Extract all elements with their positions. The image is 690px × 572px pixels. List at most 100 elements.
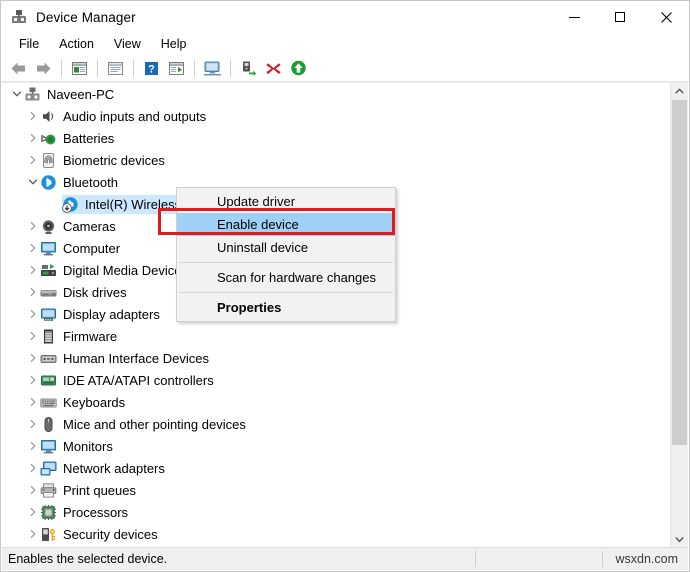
tree-item-label: Security devices bbox=[63, 526, 158, 542]
tree-item-content: Naveen-PC bbox=[24, 86, 114, 103]
tree-item-biometric-devices[interactable]: Biometric devices bbox=[2, 149, 671, 171]
chevron-right-icon[interactable] bbox=[25, 259, 40, 281]
chevron-right-icon[interactable] bbox=[25, 501, 40, 523]
context-menu-item-enable-device[interactable]: Enable device bbox=[177, 213, 395, 236]
menu-bar: File Action View Help bbox=[1, 33, 689, 55]
menu-file[interactable]: File bbox=[9, 35, 49, 53]
tree-item-ide-ata-atapi-controllers[interactable]: IDE ATA/ATAPI controllers bbox=[2, 369, 671, 391]
chevron-right-icon[interactable] bbox=[25, 479, 40, 501]
scan-for-hardware-changes-button[interactable] bbox=[200, 57, 224, 79]
title-bar: Device Manager bbox=[1, 1, 689, 33]
tree-item-label: Computer bbox=[63, 240, 121, 256]
tree-item-processors[interactable]: Processors bbox=[2, 501, 671, 523]
minimize-button[interactable] bbox=[551, 1, 597, 33]
tree-item-naveen-pc[interactable]: Naveen-PC bbox=[2, 83, 671, 105]
human-interface-icon bbox=[40, 350, 57, 367]
status-divider-1 bbox=[475, 551, 476, 567]
tree-item-label: Audio inputs and outputs bbox=[63, 108, 207, 124]
scan-monitor-icon bbox=[203, 61, 221, 76]
tree-item-security-devices[interactable]: Security devices bbox=[2, 523, 671, 545]
tree-item-label: Cameras bbox=[63, 218, 116, 234]
tree-item-label: IDE ATA/ATAPI controllers bbox=[63, 372, 214, 388]
show-hide-action-pane-button[interactable] bbox=[164, 57, 188, 79]
scrollbar-track[interactable] bbox=[671, 100, 688, 531]
tree-item-label: Naveen-PC bbox=[47, 86, 115, 102]
context-menu-item-uninstall-device[interactable]: Uninstall device bbox=[177, 236, 395, 259]
tree-item-label: Keyboards bbox=[63, 394, 126, 410]
tree-item-network-adapters[interactable]: Network adapters bbox=[2, 457, 671, 479]
chevron-right-icon[interactable] bbox=[25, 435, 40, 457]
tree-item-firmware[interactable]: Firmware bbox=[2, 325, 671, 347]
status-message: Enables the selected device. bbox=[8, 552, 168, 566]
context-menu-separator bbox=[179, 262, 393, 263]
menu-action[interactable]: Action bbox=[49, 35, 104, 53]
chevron-right-icon[interactable] bbox=[25, 523, 40, 545]
chevron-right-icon[interactable] bbox=[25, 347, 40, 369]
tree-item-label: Display adapters bbox=[63, 306, 160, 322]
tree-item-content: Computer bbox=[40, 240, 120, 257]
chevron-down-icon[interactable] bbox=[9, 83, 24, 105]
chevron-right-icon[interactable] bbox=[25, 325, 40, 347]
scroll-up-button[interactable] bbox=[671, 83, 688, 100]
maximize-button[interactable] bbox=[597, 1, 643, 33]
toolbar-separator-4 bbox=[194, 59, 195, 77]
forward-button[interactable] bbox=[31, 57, 55, 79]
tree-item-keyboards[interactable]: Keyboards bbox=[2, 391, 671, 413]
tree-item-label: Bluetooth bbox=[63, 174, 118, 190]
chevron-right-icon[interactable] bbox=[25, 237, 40, 259]
chevron-right-icon[interactable] bbox=[25, 303, 40, 325]
tree-item-mice-and-other-pointing-devices[interactable]: Mice and other pointing devices bbox=[2, 413, 671, 435]
tree-item-content: Processors bbox=[40, 504, 128, 521]
tree-item-audio-inputs-and-outputs[interactable]: Audio inputs and outputs bbox=[2, 105, 671, 127]
chevron-right-icon[interactable] bbox=[25, 369, 40, 391]
chevron-down-icon[interactable] bbox=[25, 171, 40, 193]
tree-item-content: Biometric devices bbox=[40, 152, 165, 169]
help-button[interactable]: ? bbox=[139, 57, 163, 79]
tree-item-content: Keyboards bbox=[40, 394, 125, 411]
context-menu-item-properties[interactable]: Properties bbox=[177, 296, 395, 319]
tree-item-monitors[interactable]: Monitors bbox=[2, 435, 671, 457]
show-hide-console-tree-button[interactable] bbox=[67, 57, 91, 79]
close-button[interactable] bbox=[643, 1, 689, 33]
tree-item-content: Mice and other pointing devices bbox=[40, 416, 246, 433]
chevron-right-icon[interactable] bbox=[25, 457, 40, 479]
tree-item-label: Processors bbox=[63, 504, 129, 520]
camera-icon bbox=[40, 218, 57, 235]
chevron-right-icon[interactable] bbox=[25, 215, 40, 237]
tree-item-batteries[interactable]: Batteries bbox=[2, 127, 671, 149]
mouse-icon bbox=[40, 416, 57, 433]
vertical-scrollbar[interactable] bbox=[670, 83, 688, 548]
properties-button[interactable] bbox=[103, 57, 127, 79]
tree-item-content: Batteries bbox=[40, 130, 114, 147]
help-question-icon: ? bbox=[144, 61, 158, 75]
chevron-right-icon[interactable] bbox=[25, 391, 40, 413]
tree-item-content: Firmware bbox=[40, 328, 117, 345]
chevron-right-icon[interactable] bbox=[25, 149, 40, 171]
toolbar: ? bbox=[1, 55, 689, 82]
context-menu-item-scan-for-hardware-changes[interactable]: Scan for hardware changes bbox=[177, 266, 395, 289]
context-menu[interactable]: Update driver Enable device Uninstall devi… bbox=[176, 187, 396, 322]
chevron-right-icon[interactable] bbox=[25, 105, 40, 127]
battery-icon bbox=[40, 130, 57, 147]
back-button[interactable] bbox=[6, 57, 30, 79]
menu-help[interactable]: Help bbox=[151, 35, 197, 53]
menu-view[interactable]: View bbox=[104, 35, 151, 53]
device-manager-icon bbox=[10, 8, 28, 26]
enable-device-button[interactable] bbox=[286, 57, 310, 79]
chevron-right-icon[interactable] bbox=[25, 281, 40, 303]
scrollbar-thumb[interactable] bbox=[672, 100, 687, 445]
tree-item-print-queues[interactable]: Print queues bbox=[2, 479, 671, 501]
chevron-right-icon[interactable] bbox=[25, 413, 40, 435]
scroll-down-button[interactable] bbox=[671, 531, 688, 548]
tree-item-content: Bluetooth bbox=[40, 174, 118, 191]
uninstall-device-button[interactable] bbox=[261, 57, 285, 79]
speaker-icon bbox=[40, 108, 57, 125]
svg-text:?: ? bbox=[148, 63, 155, 75]
tree-item-human-interface-devices[interactable]: Human Interface Devices bbox=[2, 347, 671, 369]
back-arrow-icon bbox=[11, 62, 25, 74]
context-menu-item-update-driver[interactable]: Update driver bbox=[177, 190, 395, 213]
chevron-right-icon[interactable] bbox=[25, 127, 40, 149]
console-tree-icon bbox=[71, 61, 87, 75]
update-driver-button[interactable] bbox=[236, 57, 260, 79]
tree-item-content: Cameras bbox=[40, 218, 116, 235]
